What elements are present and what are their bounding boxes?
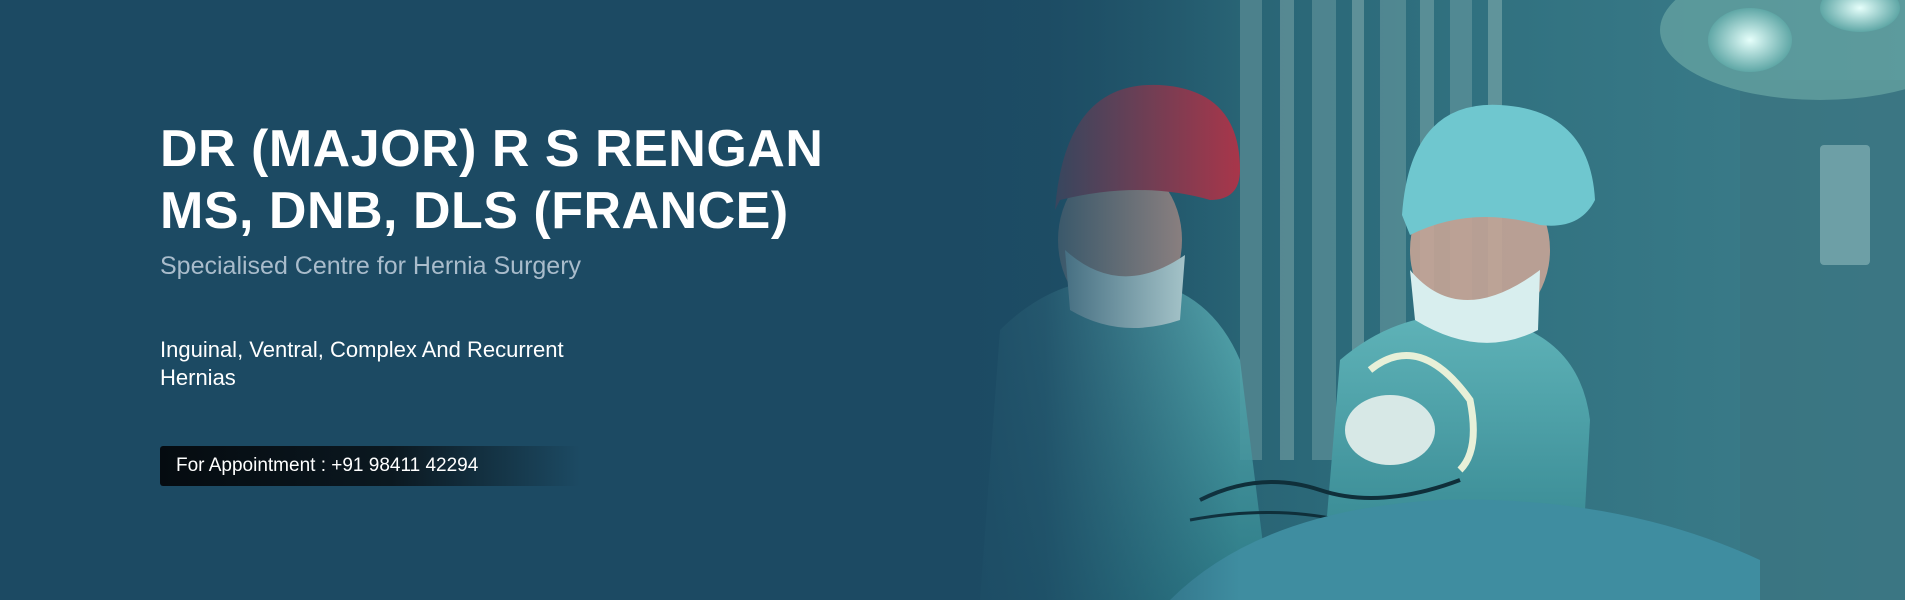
appointment-phone-button[interactable]: For Appointment : +91 98411 42294 [160, 446, 580, 486]
title-line-degrees: MS, DNB, DLS (FRANCE) [160, 182, 789, 240]
hero-subtitle: Specialised Centre for Hernia Surgery [160, 252, 582, 280]
hero-content: DR (MAJOR) R S RENGAN MS, DNB, DLS (FRAN… [160, 118, 920, 486]
doctor-name-title: DR (MAJOR) R S RENGAN MS, DNB, DLS (FRAN… [160, 118, 920, 242]
hero-banner: DR (MAJOR) R S RENGAN MS, DNB, DLS (FRAN… [0, 0, 1905, 600]
services-text: Inguinal, Ventral, Complex And Recurrent… [160, 337, 564, 390]
photo-fade-overlay [940, 0, 1240, 600]
title-line-name: DR (MAJOR) R S RENGAN [160, 120, 824, 178]
